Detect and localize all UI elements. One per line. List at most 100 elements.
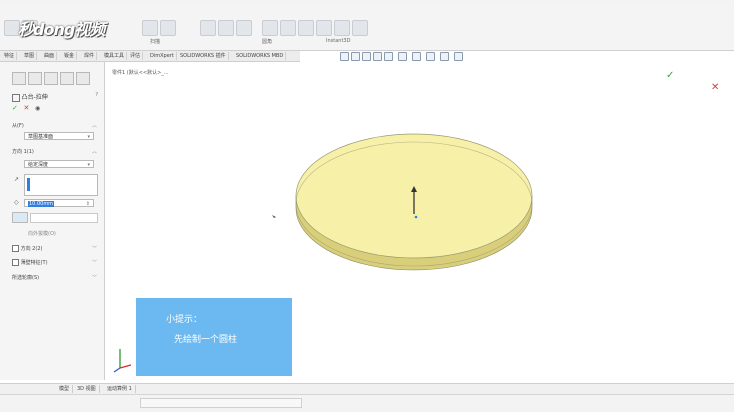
mouse-cursor-icon xyxy=(272,215,276,218)
from-value: 草图基准面 xyxy=(28,134,54,140)
view-settings-icon[interactable] xyxy=(454,52,463,61)
direction1-section-header[interactable]: 方向 1(1) ︿ xyxy=(12,148,100,155)
pm-title: 凸台-拉伸 xyxy=(21,94,48,101)
tab-features[interactable]: 特征 xyxy=(2,52,18,60)
hide-show-icon[interactable] xyxy=(412,52,421,61)
triad-x-axis xyxy=(119,364,132,369)
command-tabs: 特征 草图 曲面 钣金 焊件 模具工具 评估 DimXpert SOLIDWOR… xyxy=(0,51,300,62)
draft-outward-label: 向外拔模(O) xyxy=(28,231,56,237)
tab-3d-views[interactable]: 3D 视图 xyxy=(74,385,100,393)
draft-angle-input[interactable] xyxy=(30,213,98,223)
tab-mbd[interactable]: SOLIDWORKS MBD xyxy=(234,52,287,60)
from-section-header[interactable]: 从(F) ︿ xyxy=(12,122,100,129)
command-manager-ribbon: 扫描 圆角 Instant3D xyxy=(0,6,734,51)
extrude-cut-icon[interactable] xyxy=(200,20,216,36)
thin-feature-section[interactable]: 薄壁特征(T) ﹀ xyxy=(12,259,100,266)
selected-contours-label: 所选轮廓(S) xyxy=(12,275,40,281)
view-orientation-icon[interactable] xyxy=(384,52,393,61)
from-dropdown[interactable]: 草图基准面 ▾ xyxy=(24,132,94,140)
triad-z-axis xyxy=(113,367,121,373)
draft-toggle-icon[interactable] xyxy=(12,212,28,223)
extrude-feature-icon xyxy=(12,93,20,102)
zoom-fit-icon[interactable] xyxy=(340,52,349,61)
linear-pattern-icon[interactable] xyxy=(280,20,296,36)
tab-sketch[interactable]: 草图 xyxy=(22,52,38,60)
end-condition-dropdown[interactable]: 给定深度 ▾ xyxy=(24,160,94,168)
origin-point xyxy=(414,215,418,219)
tab-weldments[interactable]: 焊件 xyxy=(82,52,98,60)
fillet-icon[interactable] xyxy=(262,20,278,36)
scene-icon[interactable] xyxy=(440,52,449,61)
pm-header: 凸台-拉伸 ? xyxy=(12,92,100,102)
chevron-down-icon[interactable]: ﹀ xyxy=(92,259,97,266)
feature-tree-tab[interactable] xyxy=(12,72,26,85)
ribbon-label-fillet: 圆角 xyxy=(262,39,273,45)
selection-cursor xyxy=(27,178,30,191)
chevron-down-icon: ▾ xyxy=(87,162,90,168)
thin-feature-checkbox[interactable] xyxy=(12,259,19,266)
depth-input[interactable]: 10.00mm ⇕ xyxy=(24,199,94,207)
tab-dimxpert[interactable]: DimXpert xyxy=(148,52,177,60)
rib-icon[interactable] xyxy=(298,20,314,36)
tab-model[interactable]: 模型 xyxy=(56,385,74,393)
from-section-label: 从(F) xyxy=(12,123,24,129)
bottom-tabs: 模型 3D 视图 运动算例 1 xyxy=(0,383,734,394)
tab-mold-tools[interactable]: 模具工具 xyxy=(102,52,128,60)
direction1-label: 方向 1(1) xyxy=(12,149,34,155)
watermark-logo: 秒dong视频 xyxy=(18,20,105,39)
panel-tabs xyxy=(12,72,102,85)
tab-surface[interactable]: 曲面 xyxy=(42,52,58,60)
tip-title: 小提示： xyxy=(166,315,203,325)
curves-icon[interactable] xyxy=(352,20,368,36)
status-bar xyxy=(0,394,734,412)
collapse-icon[interactable]: ︿ xyxy=(92,122,97,129)
preview-icon[interactable]: ◉ xyxy=(35,105,40,112)
pm-actions: ✓ ✕ ◉ xyxy=(12,104,100,112)
end-condition-value: 给定深度 xyxy=(28,162,49,168)
property-manager-tab[interactable] xyxy=(28,72,42,85)
spin-icon[interactable]: ⇕ xyxy=(86,200,90,208)
loft-icon[interactable] xyxy=(160,20,176,36)
previous-view-icon[interactable] xyxy=(362,52,371,61)
tip-overlay: 小提示： 先绘制一个圆柱 xyxy=(136,298,292,376)
collapse-icon[interactable]: ︿ xyxy=(92,148,97,155)
tab-sheetmetal[interactable]: 钣金 xyxy=(62,52,78,60)
format-toolbar[interactable] xyxy=(140,398,302,408)
thin-feature-label: 薄壁特征(T) xyxy=(20,260,48,266)
tab-motion-study[interactable]: 运动算例 1 xyxy=(104,385,136,393)
section-view-icon[interactable] xyxy=(373,52,382,61)
reverse-direction-icon[interactable]: ↗ xyxy=(14,176,19,183)
ribbon-label-sweep: 扫描 xyxy=(150,39,161,45)
ok-icon[interactable]: ✓ xyxy=(12,104,18,112)
display-style-icon[interactable] xyxy=(398,52,407,61)
revolve-cut-icon[interactable] xyxy=(236,20,252,36)
direction2-label: 方向 2(2) xyxy=(20,246,43,252)
zoom-area-icon[interactable] xyxy=(351,52,360,61)
config-manager-tab[interactable] xyxy=(44,72,58,85)
draft-icon[interactable] xyxy=(316,20,332,36)
help-icon[interactable]: ? xyxy=(95,92,98,98)
appearance-icon[interactable] xyxy=(426,52,435,61)
tab-evaluate[interactable]: 评估 xyxy=(128,52,144,60)
direction-reference-box[interactable] xyxy=(24,174,98,196)
ribbon-label-instant3d: Instant3D xyxy=(326,38,351,44)
shell-icon[interactable] xyxy=(334,20,350,36)
hole-wizard-icon[interactable] xyxy=(218,20,234,36)
sweep-icon[interactable] xyxy=(142,20,158,36)
chevron-down-icon[interactable]: ﹀ xyxy=(92,245,97,252)
direction2-section[interactable]: 方向 2(2) ﹀ xyxy=(12,245,100,252)
display-manager-tab[interactable] xyxy=(76,72,90,85)
depth-icon: ◇ xyxy=(14,199,19,206)
chevron-down-icon: ▾ xyxy=(87,134,90,140)
chevron-down-icon[interactable]: ﹀ xyxy=(92,274,97,281)
heads-up-toolbar xyxy=(340,52,500,61)
confirm-ok-icon[interactable]: ✓ xyxy=(666,70,674,81)
direction2-checkbox[interactable] xyxy=(12,245,19,252)
confirm-cancel-icon[interactable]: ✕ xyxy=(711,82,719,93)
cancel-icon[interactable]: ✕ xyxy=(23,104,29,112)
depth-value: 10.00mm xyxy=(28,201,55,207)
tip-body: 先绘制一个圆柱 xyxy=(174,335,238,345)
tab-addins[interactable]: SOLIDWORKS 插件 xyxy=(178,52,229,60)
selected-contours-section[interactable]: 所选轮廓(S) ﹀ xyxy=(12,274,100,281)
dimxpert-tab[interactable] xyxy=(60,72,74,85)
